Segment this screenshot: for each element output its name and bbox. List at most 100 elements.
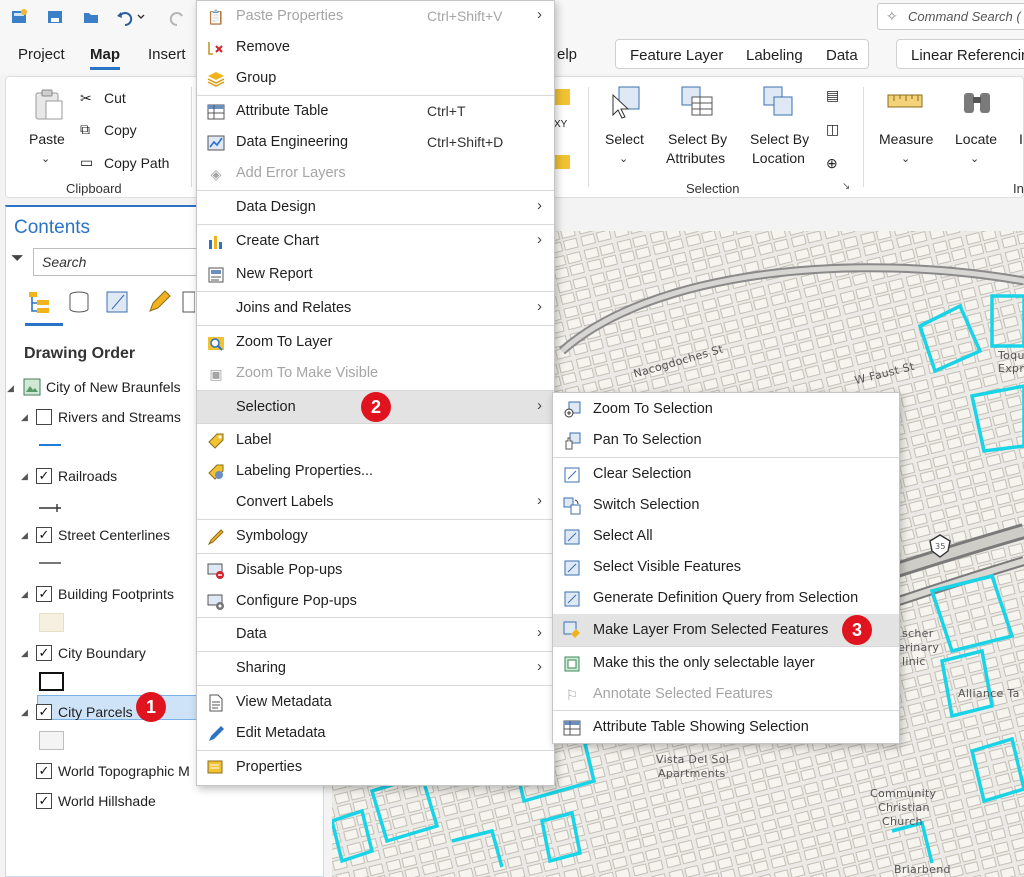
- tab-map[interactable]: Map: [90, 46, 120, 70]
- xy-icon[interactable]: XY: [554, 119, 567, 130]
- menu-data[interactable]: Data ›: [197, 619, 554, 650]
- attribute-table-small-icon[interactable]: ▤: [826, 87, 839, 104]
- submenu-pan-to-selection[interactable]: Pan To Selection: [553, 425, 899, 456]
- zoom-to-selection-small-icon[interactable]: ⊕: [826, 155, 838, 172]
- layer-world-hillshade[interactable]: World Hillshade: [58, 793, 156, 809]
- submenu-generate-definition-query[interactable]: Generate Definition Query from Selection: [553, 583, 899, 614]
- measure-icon[interactable]: [886, 87, 924, 115]
- menu-create-chart[interactable]: Create Chart ›: [197, 226, 554, 257]
- copy-path-button[interactable]: Copy Path: [104, 155, 169, 171]
- collapse-icon[interactable]: ◢: [21, 648, 28, 659]
- layer-visibility-checkbox[interactable]: ✓: [36, 645, 52, 661]
- collapse-icon[interactable]: ◢: [21, 707, 28, 718]
- menu-sharing[interactable]: Sharing ›: [197, 653, 554, 684]
- layer-visibility-checkbox[interactable]: [36, 409, 52, 425]
- copy-icon[interactable]: ⧉: [80, 121, 90, 138]
- collapse-icon[interactable]: ◢: [7, 383, 14, 394]
- menu-symbology[interactable]: Symbology: [197, 521, 554, 552]
- menu-properties[interactable]: Properties: [197, 752, 554, 783]
- locate-label[interactable]: Locate: [955, 131, 997, 147]
- menu-zoom-to-layer[interactable]: Zoom To Layer: [197, 327, 554, 358]
- layer-rivers-and-streams[interactable]: Rivers and Streams: [58, 409, 181, 425]
- layer-visibility-checkbox[interactable]: ✓: [36, 793, 52, 809]
- list-by-editing-icon[interactable]: [146, 289, 172, 315]
- binoculars-icon[interactable]: [959, 83, 995, 117]
- new-project-icon[interactable]: [8, 6, 30, 28]
- collapse-icon[interactable]: ◢: [21, 589, 28, 600]
- menu-labeling-properties[interactable]: Labeling Properties...: [197, 456, 554, 487]
- tab-data[interactable]: Data: [826, 47, 858, 64]
- scissors-icon[interactable]: ✂: [80, 90, 92, 107]
- command-search-input[interactable]: ✧ Command Search (: [877, 3, 1024, 30]
- collapse-icon[interactable]: ◢: [21, 530, 28, 541]
- submenu-select-all[interactable]: Select All: [553, 521, 899, 552]
- measure-chevron-icon[interactable]: ⌄: [901, 152, 910, 165]
- menu-edit-metadata[interactable]: Edit Metadata: [197, 718, 554, 749]
- submenu-select-visible-features[interactable]: Select Visible Features: [553, 552, 899, 583]
- layer-city-of-new-braunfels[interactable]: City of New Braunfels: [46, 379, 181, 395]
- select-by-location-label-2[interactable]: Location: [752, 150, 805, 166]
- menu-disable-popups[interactable]: Disable Pop-ups: [197, 555, 554, 586]
- add-data-icon[interactable]: [554, 89, 570, 105]
- data-tool-icon[interactable]: [554, 155, 570, 169]
- layer-city-parcels[interactable]: City Parcels: [58, 704, 133, 720]
- menu-paste-properties[interactable]: 📋 Paste Properties Ctrl+Shift+V ›: [197, 1, 554, 32]
- list-by-drawing-order-icon[interactable]: [26, 289, 52, 315]
- submenu-zoom-to-selection[interactable]: Zoom To Selection: [553, 394, 899, 425]
- menu-convert-labels[interactable]: Convert Labels ›: [197, 487, 554, 518]
- select-label[interactable]: Select: [605, 131, 644, 147]
- menu-remove[interactable]: Remove: [197, 32, 554, 63]
- save-project-icon[interactable]: [80, 6, 102, 28]
- tab-project[interactable]: Project: [18, 46, 65, 63]
- clear-selection-small-icon[interactable]: ◫: [826, 121, 839, 138]
- menu-group[interactable]: Group: [197, 63, 554, 94]
- copy-path-icon[interactable]: ▭: [80, 154, 93, 171]
- submenu-make-only-selectable[interactable]: Make this the only selectable layer: [553, 648, 899, 679]
- collapse-icon[interactable]: ◢: [21, 471, 28, 482]
- paste-chevron-icon[interactable]: ⌄: [41, 152, 50, 165]
- undo-icon[interactable]: [115, 6, 147, 28]
- select-chevron-icon[interactable]: ⌄: [619, 152, 628, 165]
- submenu-clear-selection[interactable]: Clear Selection: [553, 459, 899, 490]
- layer-visibility-checkbox[interactable]: ✓: [36, 704, 52, 720]
- menu-attribute-table[interactable]: Attribute Table Ctrl+T: [197, 96, 554, 127]
- filter-icon[interactable]: ⏷: [11, 250, 24, 268]
- select-icon[interactable]: [609, 83, 645, 119]
- menu-new-report[interactable]: New Report: [197, 259, 554, 290]
- cut-button[interactable]: Cut: [104, 90, 126, 106]
- menu-joins-and-relates[interactable]: Joins and Relates ›: [197, 293, 554, 324]
- submenu-switch-selection[interactable]: Switch Selection: [553, 490, 899, 521]
- menu-data-engineering[interactable]: Data Engineering Ctrl+Shift+D: [197, 127, 554, 158]
- layer-visibility-checkbox[interactable]: ✓: [36, 527, 52, 543]
- select-by-attributes-label-1[interactable]: Select By: [668, 131, 727, 147]
- tab-linear-referencing[interactable]: Linear Referencin: [911, 47, 1024, 64]
- dialog-launcher-icon[interactable]: ↘: [842, 181, 850, 192]
- collapse-icon[interactable]: ◢: [21, 412, 28, 423]
- menu-zoom-to-make-visible[interactable]: ▣ Zoom To Make Visible: [197, 358, 554, 389]
- layer-world-topographic[interactable]: World Topographic M: [58, 763, 190, 779]
- paste-icon[interactable]: [30, 87, 66, 121]
- select-by-attributes-icon[interactable]: [678, 83, 714, 117]
- paste-label[interactable]: Paste: [29, 131, 65, 147]
- layer-visibility-checkbox[interactable]: ✓: [36, 763, 52, 779]
- copy-button[interactable]: Copy: [104, 122, 137, 138]
- menu-label[interactable]: Label: [197, 425, 554, 456]
- open-project-icon[interactable]: [44, 6, 66, 28]
- menu-add-error-layers[interactable]: ◈ Add Error Layers: [197, 158, 554, 189]
- submenu-attribute-table-showing-selection[interactable]: Attribute Table Showing Selection: [553, 712, 899, 743]
- tab-labeling[interactable]: Labeling: [746, 47, 803, 64]
- select-by-attributes-label-2[interactable]: Attributes: [666, 150, 725, 166]
- tab-insert[interactable]: Insert: [148, 46, 186, 63]
- select-by-location-label-1[interactable]: Select By: [750, 131, 809, 147]
- list-by-source-icon[interactable]: [66, 289, 92, 315]
- list-by-selection-icon[interactable]: [104, 289, 130, 315]
- tab-feature-layer[interactable]: Feature Layer: [630, 47, 723, 64]
- select-by-location-icon[interactable]: [760, 83, 796, 117]
- tab-help[interactable]: elp: [557, 46, 577, 63]
- locate-chevron-icon[interactable]: ⌄: [970, 152, 979, 165]
- layer-railroads[interactable]: Railroads: [58, 468, 117, 484]
- layer-city-boundary[interactable]: City Boundary: [58, 645, 146, 661]
- infographics-fragment[interactable]: I: [1019, 131, 1023, 147]
- redo-icon[interactable]: [166, 6, 188, 28]
- submenu-annotate-selected[interactable]: ⚐ Annotate Selected Features: [553, 679, 899, 710]
